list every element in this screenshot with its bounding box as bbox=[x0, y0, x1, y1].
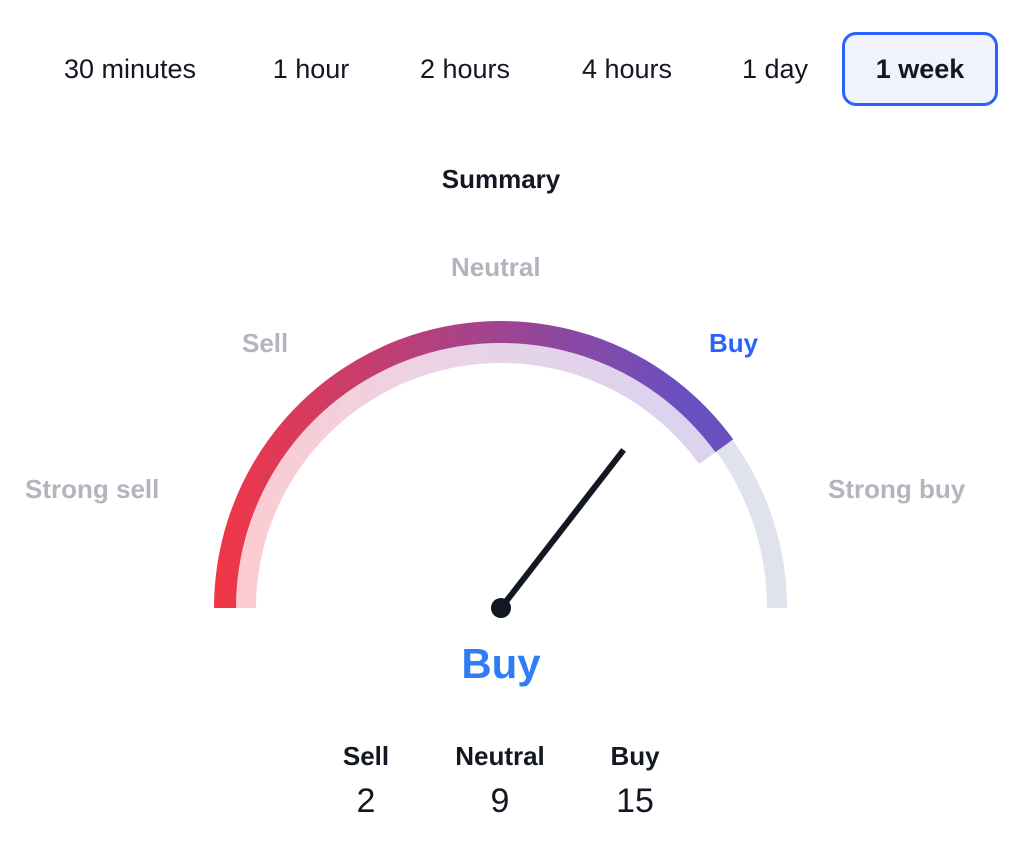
count-sell: Sell 2 bbox=[296, 738, 436, 821]
count-buy: Buy 15 bbox=[565, 738, 705, 821]
gauge-needle-hub bbox=[491, 598, 511, 618]
count-neutral: Neutral 9 bbox=[430, 738, 570, 821]
count-value: 9 bbox=[490, 782, 510, 820]
gauge bbox=[214, 321, 787, 618]
count-value: 15 bbox=[616, 782, 654, 820]
count-value: 2 bbox=[356, 782, 376, 820]
gauge-fill-outer bbox=[214, 321, 734, 609]
count-label: Neutral bbox=[455, 741, 545, 771]
summary-verdict: Buy bbox=[461, 640, 541, 687]
count-label: Sell bbox=[342, 741, 390, 771]
count-label: Buy bbox=[610, 741, 660, 771]
gauge-track bbox=[215, 322, 787, 609]
gauge-needle bbox=[498, 448, 626, 610]
